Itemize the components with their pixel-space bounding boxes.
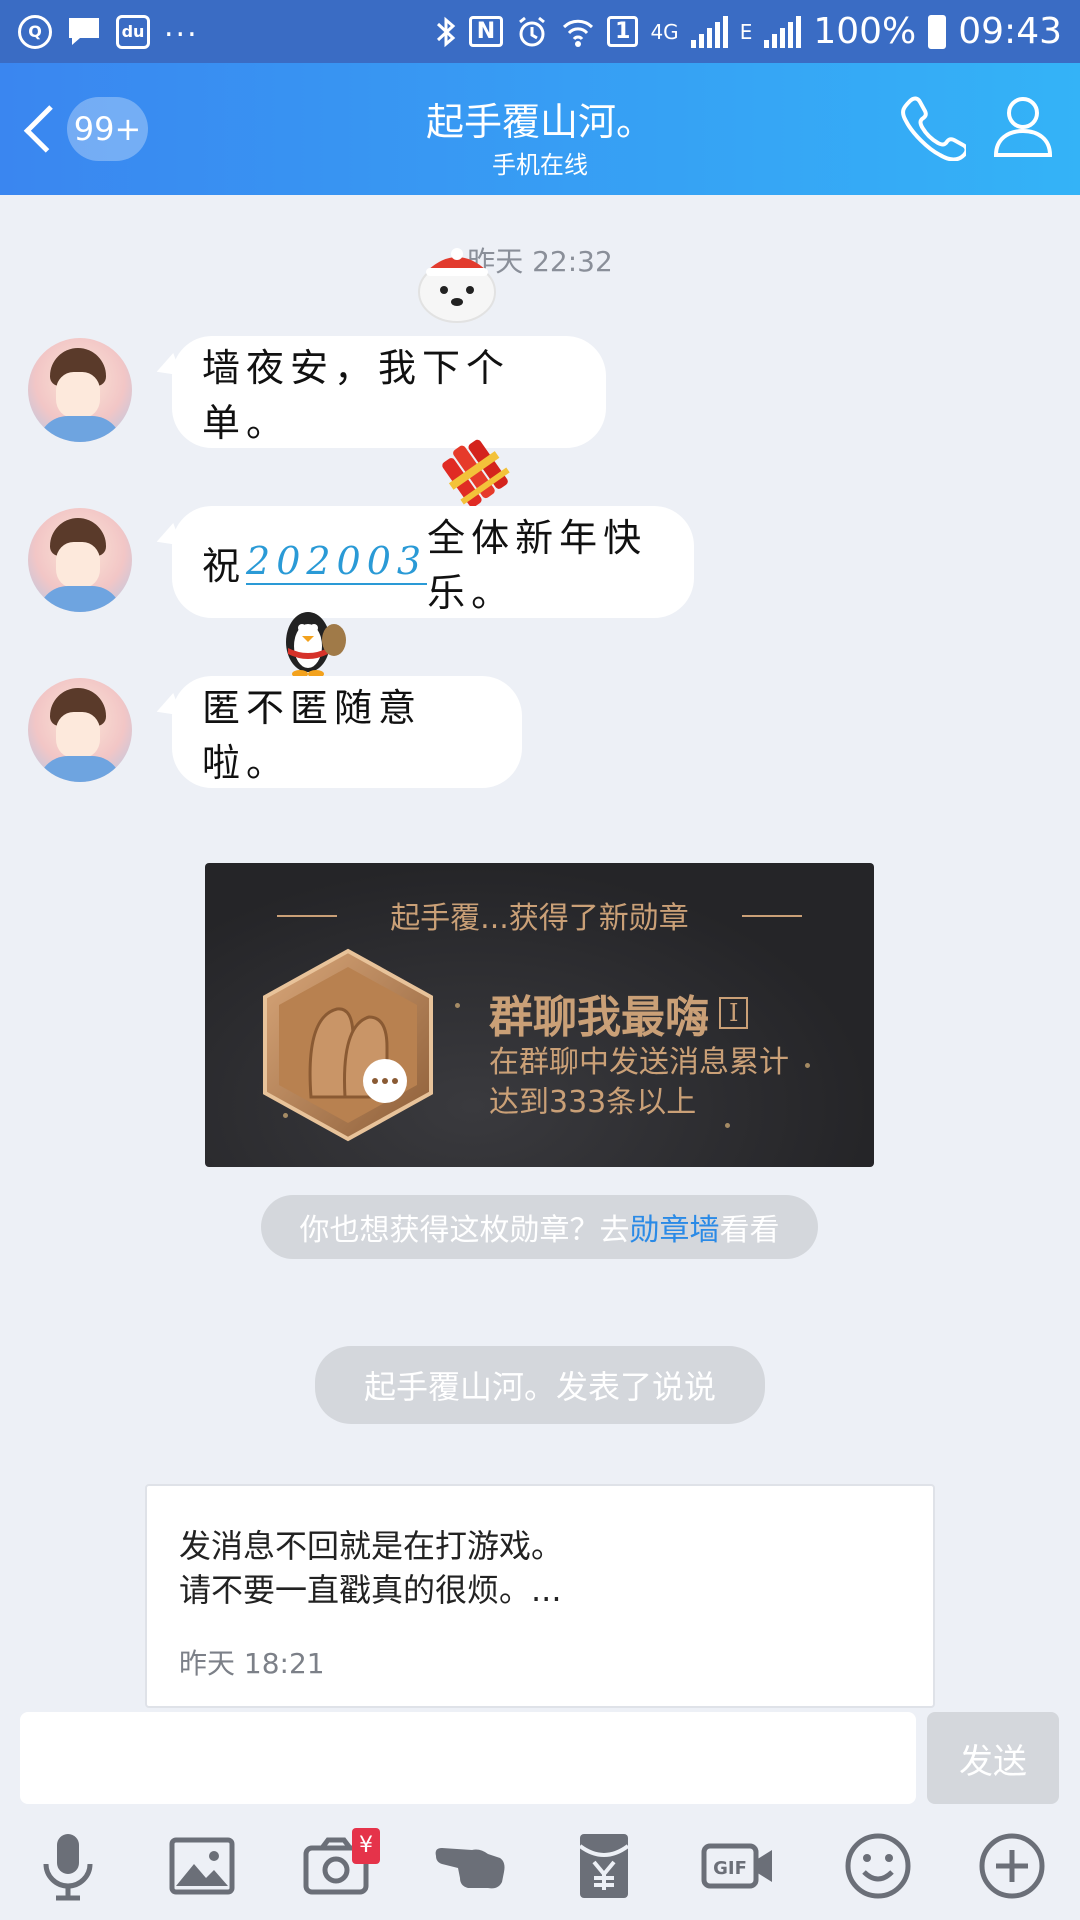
input-toolbar: GIF (0, 1820, 1080, 1920)
medal-description: 在群聊中发送消息累计 达到333条以上 (489, 1043, 849, 1123)
bear-sticker (418, 248, 496, 323)
gif-icon[interactable]: GIF (700, 1828, 776, 1904)
message-bubble[interactable]: 祝 202003 全体新年快乐。 (172, 506, 694, 618)
medal-level: I (719, 997, 749, 1029)
message-text: 匿不匿随意啦。 (202, 686, 423, 785)
avatar-face (56, 542, 100, 588)
battery-percent: 100% (813, 11, 917, 52)
medal-wall-prompt: 你也想获得这枚勋章？去 勋章墙 看看 (261, 1195, 818, 1259)
network-type-2: E (739, 19, 753, 44)
group-number-link[interactable]: 202003 (246, 539, 428, 585)
medal-description-line: 达到333条以上 (489, 1085, 697, 1120)
medal-name: 群聊我最嗨 I (489, 981, 749, 1045)
status-icons: N 1 4G E 100% 09:43 (435, 11, 1062, 52)
emoji-icon[interactable] (840, 1828, 916, 1904)
medal-description-line: 在群聊中发送消息累计 (489, 1045, 789, 1080)
avatar-shirt (38, 416, 122, 442)
microphone-icon[interactable] (30, 1828, 106, 1904)
post-time: 昨天 18:21 (179, 1647, 325, 1680)
qq-notification-icon: Q (18, 14, 52, 49)
sparkle (725, 1123, 730, 1128)
camera-red-packet-badge: ¥ (352, 1828, 380, 1864)
medal-card-title: 起手覆...获得了新勋章 (390, 901, 689, 936)
message-timestamp: 昨天 22:32 (467, 245, 613, 278)
post-content: 发消息不回就是在打游戏。 请不要一直戳真的很烦。... (179, 1524, 563, 1612)
medal-name-text: 群聊我最嗨 (489, 992, 709, 1043)
message-notification-icon (69, 17, 99, 45)
avatar-face (56, 372, 100, 418)
medal-card[interactable]: 起手覆...获得了新勋章 群聊我最嗨 I 在群聊中发送消息累计 达到333条以上 (205, 863, 874, 1167)
signal-icon (690, 15, 728, 48)
sim-icon: 1 (607, 16, 639, 47)
message-text-prefix: 祝 (202, 543, 247, 588)
status-bar: Q du ... N 1 4G E 100% 09:43 (0, 0, 1080, 63)
chat-header: 99+ 起手覆山河。 手机在线 (0, 63, 1080, 195)
medal-wall-link[interactable]: 勋章墙 (630, 1205, 720, 1249)
svg-text:GIF: GIF (713, 1858, 747, 1879)
bluetooth-icon (436, 16, 455, 47)
sparkle (455, 1003, 460, 1008)
avatar-shirt (38, 756, 122, 782)
message-bubble[interactable]: 墙夜安，我下个单。 (172, 336, 606, 448)
shuoshuo-post-card[interactable]: 发消息不回就是在打游戏。 请不要一直戳真的很烦。... 昨天 18:21 (145, 1484, 935, 1708)
sender-avatar[interactable] (28, 678, 132, 782)
firecracker-sticker (442, 439, 510, 508)
avatar-shirt (38, 586, 122, 612)
image-icon[interactable] (164, 1828, 240, 1904)
send-button[interactable]: 发送 (927, 1712, 1059, 1804)
wifi-icon (563, 19, 594, 47)
nfc-icon: N (468, 16, 504, 47)
post-notice: 起手覆山河。发表了说说 (315, 1346, 765, 1424)
sender-avatar[interactable] (28, 338, 132, 442)
battery-icon (928, 14, 947, 49)
clock: 09:43 (958, 11, 1062, 52)
alarm-icon (519, 16, 546, 46)
signal-icon-2 (764, 15, 802, 48)
message-text-suffix: 全体新年快乐。 (427, 516, 648, 615)
penguin-sticker (286, 612, 346, 678)
more-notifications: ... (164, 9, 199, 44)
post-line: 发消息不回就是在打游戏。 (179, 1527, 564, 1565)
message-bubble[interactable]: 匿不匿随意啦。 (172, 676, 522, 788)
notification-icons: Q du ... (18, 9, 435, 49)
poke-icon[interactable] (432, 1828, 508, 1904)
user-profile-icon[interactable] (988, 91, 1058, 161)
red-packet-icon[interactable] (566, 1828, 642, 1904)
network-type: 4G (650, 19, 679, 44)
baidu-notification-icon: du (116, 14, 150, 49)
medal-prompt-text: 看看 (719, 1213, 780, 1248)
post-line: 请不要一直戳真的很烦。... (179, 1571, 562, 1609)
avatar-face (56, 712, 100, 758)
message-input[interactable] (20, 1712, 916, 1804)
phone-icon[interactable] (896, 91, 966, 161)
sender-avatar[interactable] (28, 508, 132, 612)
plus-icon[interactable] (974, 1828, 1050, 1904)
medal-prompt-text: 你也想获得这枚勋章？去 (299, 1213, 630, 1248)
medal-badge-icon (263, 948, 433, 1142)
